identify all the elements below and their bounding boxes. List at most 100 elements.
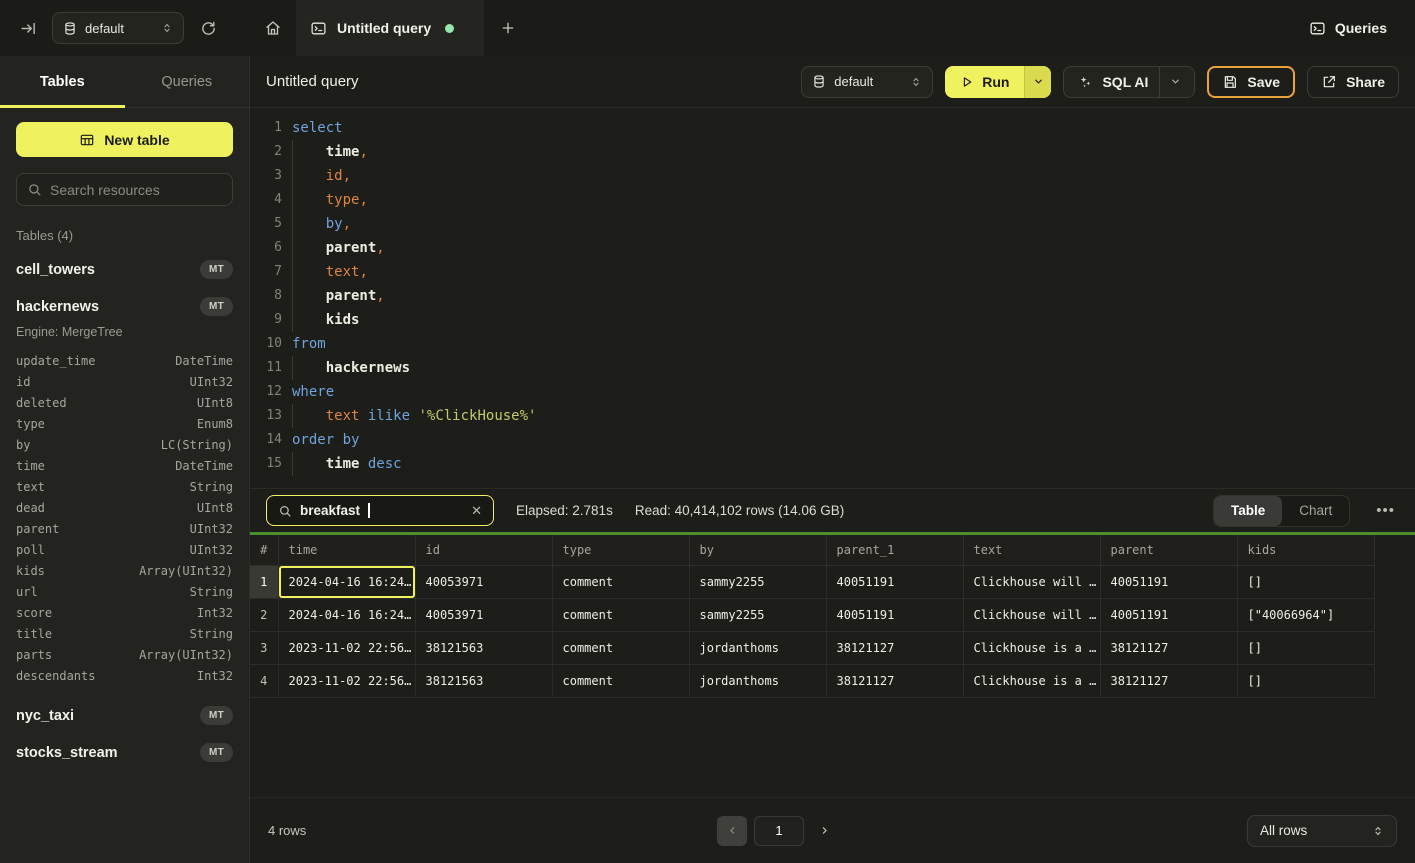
queries-button[interactable]: Queries xyxy=(1309,20,1387,37)
data-cell[interactable]: 40051191 xyxy=(1100,598,1237,631)
data-cell[interactable]: 38121127 xyxy=(826,631,963,664)
column-header-text[interactable]: text xyxy=(963,535,1100,565)
results-search[interactable]: breakfast ✕ xyxy=(266,495,494,526)
row-number-cell[interactable]: 2 xyxy=(250,598,278,631)
column-header-parent[interactable]: parent xyxy=(1100,535,1237,565)
sidebar-tab-tables[interactable]: Tables xyxy=(0,56,125,107)
table-item-stocks_stream[interactable]: stocks_streamMT xyxy=(0,734,249,771)
line-number: 5 xyxy=(250,212,284,236)
results-more-button[interactable]: ••• xyxy=(1372,502,1399,519)
data-cell[interactable]: comment xyxy=(552,598,689,631)
sql-editor[interactable]: 1select2 time,3 id,4 type,5 by,6 parent,… xyxy=(250,108,1415,488)
view-toggle-chart[interactable]: Chart xyxy=(1282,496,1349,526)
previous-page-button[interactable] xyxy=(717,816,747,846)
run-options-caret[interactable] xyxy=(1024,66,1051,98)
data-cell[interactable]: comment xyxy=(552,631,689,664)
code-line[interactable]: 12where xyxy=(250,380,1415,404)
page-number-input[interactable]: 1 xyxy=(754,816,804,846)
data-cell[interactable]: 40053971 xyxy=(415,598,552,631)
share-button[interactable]: Share xyxy=(1307,66,1399,98)
data-cell[interactable]: 2023-11-02 22:56… xyxy=(278,664,415,697)
column-row: byLC(String) xyxy=(0,435,249,456)
data-cell[interactable]: Clickhouse will … xyxy=(963,565,1100,598)
code-line[interactable]: 8 parent, xyxy=(250,284,1415,308)
column-header-#[interactable]: # xyxy=(250,535,278,565)
column-header-kids[interactable]: kids xyxy=(1237,535,1374,565)
refresh-button[interactable] xyxy=(194,14,222,42)
row-number-cell[interactable]: 1 xyxy=(250,565,278,598)
code-line[interactable]: 15 time desc xyxy=(250,452,1415,476)
sidebar-search[interactable] xyxy=(16,173,233,206)
toolbar-database-selector[interactable]: default xyxy=(801,66,933,98)
column-header-parent_1[interactable]: parent_1 xyxy=(826,535,963,565)
code-line[interactable]: 3 id, xyxy=(250,164,1415,188)
sidebar-search-input[interactable] xyxy=(50,182,231,198)
run-button[interactable]: Run xyxy=(945,66,1051,98)
data-cell[interactable]: 38121127 xyxy=(1100,664,1237,697)
data-cell[interactable]: 40051191 xyxy=(826,565,963,598)
code-line[interactable]: 7 text, xyxy=(250,260,1415,284)
collapse-sidebar-button[interactable] xyxy=(14,14,42,42)
data-cell[interactable]: 38121563 xyxy=(415,664,552,697)
table-item-cell_towers[interactable]: cell_towersMT xyxy=(0,251,249,288)
table-item-nyc_taxi[interactable]: nyc_taxiMT xyxy=(0,697,249,734)
column-header-by[interactable]: by xyxy=(689,535,826,565)
page-size-selector[interactable]: All rows xyxy=(1247,815,1397,847)
column-header-id[interactable]: id xyxy=(415,535,552,565)
sql-ai-button[interactable]: SQL AI xyxy=(1063,66,1195,98)
data-cell[interactable]: jordanthoms xyxy=(689,631,826,664)
new-tab-button[interactable] xyxy=(484,0,532,56)
data-cell[interactable]: 38121127 xyxy=(826,664,963,697)
save-button[interactable]: Save xyxy=(1207,66,1295,98)
data-cell[interactable]: Clickhouse is a … xyxy=(963,664,1100,697)
data-cell[interactable]: 2024-04-16 16:24… xyxy=(278,565,415,598)
tab-untitled-query[interactable]: Untitled query xyxy=(296,0,484,56)
data-cell[interactable]: 2023-11-02 22:56… xyxy=(278,631,415,664)
code-line[interactable]: 5 by, xyxy=(250,212,1415,236)
table-item-hackernews[interactable]: hackernewsMT xyxy=(0,288,249,325)
run-button-main[interactable]: Run xyxy=(945,66,1024,98)
data-cell[interactable]: ["40066964"] xyxy=(1237,598,1374,631)
data-cell[interactable]: comment xyxy=(552,664,689,697)
code-line[interactable]: 4 type, xyxy=(250,188,1415,212)
code-line[interactable]: 10from xyxy=(250,332,1415,356)
clear-search-icon[interactable]: ✕ xyxy=(471,503,482,519)
data-cell[interactable]: 40051191 xyxy=(1100,565,1237,598)
data-cell[interactable]: 2024-04-16 16:24… xyxy=(278,598,415,631)
code-line[interactable]: 2 time, xyxy=(250,140,1415,164)
data-cell[interactable]: 40053971 xyxy=(415,565,552,598)
data-cell[interactable]: 38121563 xyxy=(415,631,552,664)
database-icon xyxy=(63,21,77,36)
data-cell[interactable]: Clickhouse is a … xyxy=(963,631,1100,664)
row-number-cell[interactable]: 4 xyxy=(250,664,278,697)
database-selector[interactable]: default xyxy=(52,12,184,44)
data-cell[interactable]: 38121127 xyxy=(1100,631,1237,664)
row-number-cell[interactable]: 3 xyxy=(250,631,278,664)
sql-ai-caret[interactable] xyxy=(1159,67,1181,97)
code-line[interactable]: 13 text ilike '%ClickHouse%' xyxy=(250,404,1415,428)
data-cell[interactable]: Clickhouse will … xyxy=(963,598,1100,631)
code-line[interactable]: 14order by xyxy=(250,428,1415,452)
data-cell[interactable]: [] xyxy=(1237,631,1374,664)
code-line[interactable]: 9 kids xyxy=(250,308,1415,332)
data-cell[interactable]: 40051191 xyxy=(826,598,963,631)
next-page-button[interactable] xyxy=(811,816,837,846)
data-cell[interactable]: sammy2255 xyxy=(689,598,826,631)
code-line[interactable]: 11 hackernews xyxy=(250,356,1415,380)
column-type: Enum8 xyxy=(197,415,233,434)
new-table-button[interactable]: New table xyxy=(16,122,233,157)
sidebar-tab-queries[interactable]: Queries xyxy=(125,56,250,107)
data-cell[interactable]: comment xyxy=(552,565,689,598)
data-cell[interactable]: [] xyxy=(1237,664,1374,697)
code-line[interactable]: 6 parent, xyxy=(250,236,1415,260)
data-cell[interactable]: sammy2255 xyxy=(689,565,826,598)
home-tab[interactable] xyxy=(250,0,296,56)
line-number: 13 xyxy=(250,404,284,428)
data-cell[interactable]: [] xyxy=(1237,565,1374,598)
column-type: Array(UInt32) xyxy=(139,646,233,665)
column-header-type[interactable]: type xyxy=(552,535,689,565)
view-toggle-table[interactable]: Table xyxy=(1214,496,1282,526)
code-line[interactable]: 1select xyxy=(250,116,1415,140)
data-cell[interactable]: jordanthoms xyxy=(689,664,826,697)
column-header-time[interactable]: time xyxy=(278,535,415,565)
